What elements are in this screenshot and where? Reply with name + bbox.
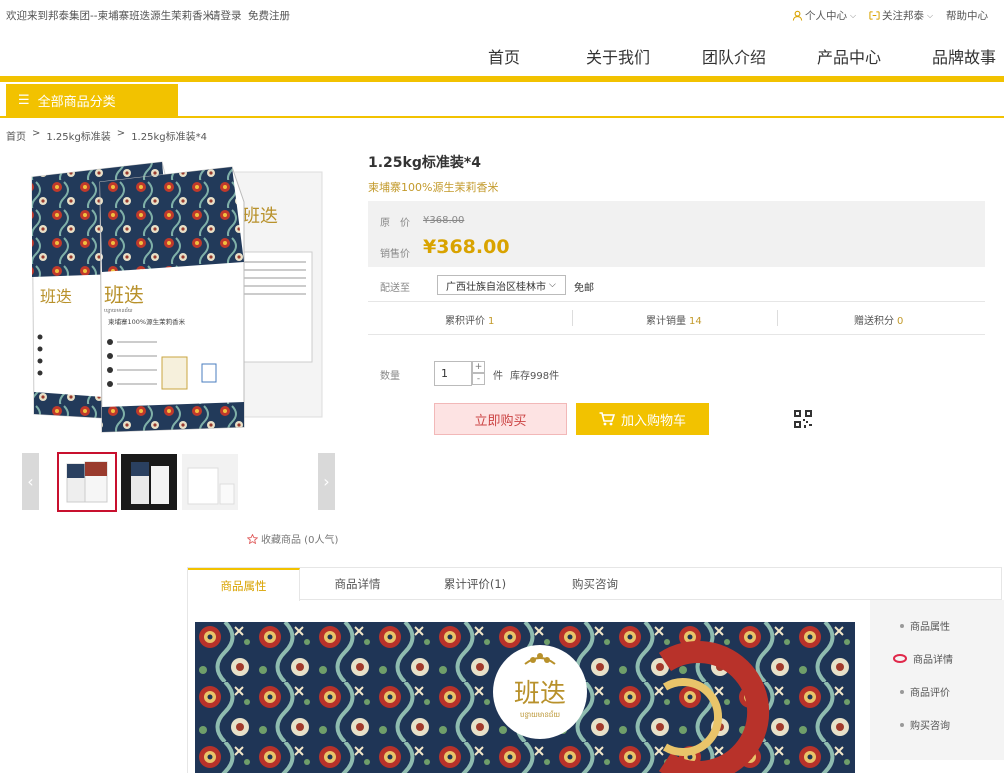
help-center-link[interactable]: 帮助中心 [946,8,988,23]
package-brand-latin: បន្ទាយមានជ័យ [104,307,133,314]
top-bar: 欢迎来到邦泰集团--柬埔寨班迭源生茉莉香米 请登录 免费注册 个人中心 ⌵ 关注… [0,0,1004,30]
quantity-unit: 件 [493,371,503,382]
side-nav-reviews[interactable]: 商品评价 [900,684,950,699]
quantity-increase-button[interactable]: + [472,361,485,373]
breadcrumb-home[interactable]: 首页 [6,128,26,143]
banner-brand-latin: បន្ទាយមានជ័យ [520,710,560,719]
stat-sales: 累计销量 14 [646,316,702,327]
user-icon [792,10,803,21]
bullet-icon [900,689,904,694]
nav-products[interactable]: 产品中心 [817,44,881,68]
nav-home[interactable]: 首页 [488,44,520,68]
ship-region-value: 广西壮族自治区桂林市 [446,281,546,293]
bullet-icon [900,623,904,628]
nav-team[interactable]: 团队介绍 [702,44,766,68]
cart-icon [599,412,615,426]
sale-price-label: 销售价 [380,249,410,260]
chevron-down-icon: ⌵ [927,10,934,20]
menu-icon: ☰ [18,93,30,108]
ship-label: 配送至 [380,283,410,294]
side-nav-details[interactable]: 商品详情 [893,651,953,666]
original-price-label: 原 价 [380,218,410,229]
svg-text:班迭: 班迭 [104,283,144,307]
stat-points: 赠送积分 0 [854,316,904,327]
qr-code-icon[interactable] [794,410,812,428]
chevron-right-icon: › [323,472,330,491]
tab-attributes[interactable]: 商品属性 [188,568,300,601]
thumb-next-button[interactable]: › [318,453,335,510]
all-categories-button[interactable]: ☰ 全部商品分类 [6,84,178,117]
follow-icon [869,11,880,20]
all-categories-label: 全部商品分类 [37,95,116,110]
nav-divider [0,76,1004,82]
side-nav-inquiry[interactable]: 购买咨询 [900,717,950,732]
package-brand: 班迭 [242,206,278,227]
breadcrumb-category[interactable]: 1.25kg标准装 [46,128,110,143]
thumb-prev-button[interactable]: ‹ [22,453,39,510]
chevron-down-icon: ⌵ [850,10,857,20]
add-to-cart-label: 加入购物车 [620,413,686,429]
price-box: 原 价 ¥368.00 销售价 ¥368.00 [368,201,985,267]
product-stats: 累积评价 1 累计销量 14 赠送积分 0 [368,302,985,335]
product-detail-banner: 班迭 បន្ទាយមានជ័យ [195,622,855,773]
breadcrumb-separator: > [116,128,126,139]
stat-separator [777,310,778,326]
personal-center-link[interactable]: 个人中心 ⌵ [792,8,856,23]
chevron-down-icon: ⌵ [549,280,556,290]
star-icon [247,533,258,544]
welcome-text: 欢迎来到邦泰集团--柬埔寨班迭源生茉莉香米 [6,10,214,22]
bullet-icon [900,722,904,727]
follow-label: 关注邦泰 [882,10,924,22]
package-text: 柬埔寨100%源生茉莉香米 [108,317,186,326]
favorite-link[interactable]: 收藏商品 (0人气) [247,531,338,546]
sale-price: ¥368.00 [423,236,510,258]
tab-reviews[interactable]: 累计评价(1) [415,568,535,600]
stock-count: 库存998件 [510,371,560,382]
register-link[interactable]: 免费注册 [248,8,290,23]
product-subtitle: 柬埔寨100%源生茉莉香米 [368,181,499,194]
category-underline [0,116,1004,118]
quantity-decrease-button[interactable]: - [472,373,485,385]
product-main-image: 班迭 班迭 班迭 បន្ទាយមានជ័យ 柬埔寨100%源生茉莉香米 [31,161,323,433]
quantity-input[interactable]: 1 [434,361,472,386]
tab-details[interactable]: 商品详情 [300,568,415,600]
quantity-label: 数量 [380,371,400,382]
breadcrumb: 首页 > 1.25kg标准装 > 1.25kg标准装*4 [6,128,207,143]
detail-tabs: 商品属性 商品详情 累计评价(1) 购买咨询 [187,567,1002,601]
ship-region-select[interactable]: 广西壮族自治区桂林市 ⌵ [437,275,566,295]
add-to-cart-button[interactable]: 加入购物车 [576,403,709,435]
product-title: 1.25kg标准装*4 [368,155,481,171]
login-link[interactable]: 请登录 [210,8,242,23]
personal-center-label: 个人中心 [805,10,847,22]
nav-brand-story[interactable]: 品牌故事 [932,44,996,68]
banner-brand: 班迭 [514,679,566,709]
buy-now-button[interactable]: 立即购买 [434,403,567,435]
nav-about[interactable]: 关于我们 [586,44,650,68]
svg-text:班迭: 班迭 [40,287,72,306]
thumbnail-3[interactable] [182,454,238,510]
side-nav-attributes[interactable]: 商品属性 [900,618,950,633]
chevron-left-icon: ‹ [27,472,34,491]
follow-link[interactable]: 关注邦泰 ⌵ [869,8,933,23]
stat-separator [572,310,573,326]
tab-inquiry[interactable]: 购买咨询 [535,568,655,600]
stat-reviews: 累积评价 1 [445,316,495,327]
ship-fee: 免邮 [574,283,594,294]
original-price: ¥368.00 [423,215,465,226]
stats-bottom-divider [368,334,985,335]
thumbnail-1[interactable] [57,452,117,512]
active-marker-icon [893,654,907,663]
thumbnail-2[interactable] [121,454,177,510]
breadcrumb-separator: > [32,128,41,139]
favorite-label: 收藏商品 (0人气) [261,535,339,546]
breadcrumb-current: 1.25kg标准装*4 [131,132,207,143]
